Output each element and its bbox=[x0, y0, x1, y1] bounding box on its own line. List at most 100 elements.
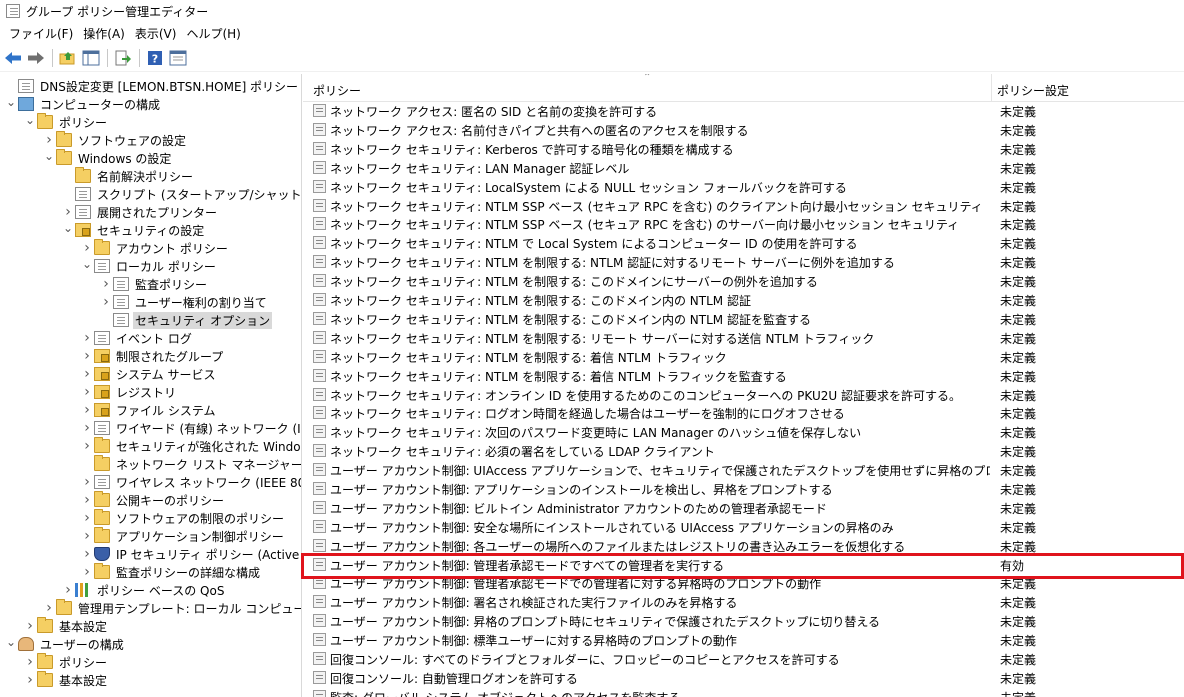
column-header-policy-setting[interactable]: ポリシー設定 bbox=[997, 82, 1069, 99]
navigation-tree[interactable]: DNS設定変更 [LEMON.BTSN.HOME] ポリシー ⌄ コンピューターの構… bbox=[0, 74, 302, 697]
tree-item[interactable]: ⌄ Windows の設定 bbox=[42, 149, 173, 167]
menu-help[interactable]: ヘルプ(H) bbox=[181, 25, 245, 42]
column-divider[interactable] bbox=[991, 74, 992, 102]
tree-item[interactable]: 名前解決ポリシー bbox=[61, 167, 195, 185]
tree-item[interactable]: › レジストリ bbox=[80, 383, 178, 401]
menu-view[interactable]: 表示(V) bbox=[130, 25, 182, 42]
policy-row[interactable]: ユーザー アカウント制御: 管理者承認モードでの管理者に対する昇格時のプロンプト… bbox=[303, 573, 1184, 592]
policy-row[interactable]: ユーザー アカウント制御: 標準ユーザーに対する昇格時のプロンプトの動作 未定義 bbox=[303, 630, 1184, 649]
collapsed-chevron-icon[interactable]: › bbox=[61, 581, 75, 599]
tree-item[interactable]: ネットワーク リスト マネージャー ポリシー bbox=[80, 455, 301, 473]
policy-row[interactable]: ネットワーク セキュリティ: 必須の署名をしている LDAP クライアント 未定義 bbox=[303, 441, 1184, 460]
policy-row[interactable]: ネットワーク セキュリティ: NTLM を制限する: このドメイン内の NTLM… bbox=[303, 309, 1184, 328]
policy-row[interactable]: ネットワーク セキュリティ: LocalSystem による NULL セッショ… bbox=[303, 177, 1184, 196]
policy-row[interactable]: ユーザー アカウント制御: 各ユーザーの場所へのファイルまたはレジストリの書き込… bbox=[303, 536, 1184, 555]
policy-row[interactable]: ネットワーク セキュリティ: NTLM を制限する: 着信 NTLM トラフィッ… bbox=[303, 366, 1184, 385]
policy-row[interactable]: ユーザー アカウント制御: 昇格のプロンプト時にセキュリティで保護されたデスクト… bbox=[303, 611, 1184, 630]
collapsed-chevron-icon[interactable]: › bbox=[99, 293, 113, 311]
tree-item[interactable]: › ポリシー bbox=[23, 653, 109, 671]
collapsed-chevron-icon[interactable]: › bbox=[99, 275, 113, 293]
properties-icon[interactable] bbox=[167, 47, 189, 69]
policy-row[interactable]: ネットワーク セキュリティ: 次回のパスワード変更時に LAN Manager … bbox=[303, 422, 1184, 441]
export-list-icon[interactable] bbox=[112, 47, 134, 69]
policy-row[interactable]: ネットワーク セキュリティ: NTLM で Local System によるコン… bbox=[303, 233, 1184, 252]
collapsed-chevron-icon[interactable]: › bbox=[42, 599, 56, 617]
policy-row[interactable]: ユーザー アカウント制御: UIAccess アプリケーションで、セキュリティで… bbox=[303, 460, 1184, 479]
tree-item[interactable]: › 基本設定 bbox=[23, 617, 109, 635]
forward-arrow-icon[interactable] bbox=[25, 47, 47, 69]
collapsed-chevron-icon[interactable]: › bbox=[80, 491, 94, 509]
expanded-chevron-icon[interactable]: ⌄ bbox=[4, 633, 18, 651]
policy-row[interactable]: ネットワーク アクセス: 匿名の SID と名前の変換を許可する 未定義 bbox=[303, 101, 1184, 120]
back-arrow-icon[interactable] bbox=[2, 47, 24, 69]
tree-item[interactable]: › 管理用テンプレート: ローカル コンピューターから取 bbox=[42, 599, 301, 617]
tree-item[interactable]: ⌄ ローカル ポリシー bbox=[80, 257, 218, 275]
policy-row-highlighted[interactable]: ユーザー アカウント制御: 管理者承認モードですべての管理者を実行する 有効 bbox=[303, 555, 1184, 574]
tree-item[interactable]: › 監査ポリシーの詳細な構成 bbox=[80, 563, 262, 581]
policy-row[interactable]: ネットワーク アクセス: 名前付きパイプと共有への匿名のアクセスを制限する 未定義 bbox=[303, 120, 1184, 139]
show-hide-tree-icon[interactable] bbox=[80, 47, 102, 69]
expanded-chevron-icon[interactable]: ⌄ bbox=[23, 111, 37, 129]
tree-item[interactable]: › ポリシー ベースの QoS bbox=[61, 581, 226, 599]
tree-item[interactable]: セキュリティ オプション bbox=[99, 311, 273, 329]
tree-item[interactable]: › ワイヤレス ネットワーク (IEEE 802.11) ポ bbox=[80, 473, 301, 491]
policy-row[interactable]: ネットワーク セキュリティ: NTLM を制限する: NTLM 認証に対するリモ… bbox=[303, 252, 1184, 271]
tree-item[interactable]: › セキュリティが強化された Windows De bbox=[80, 437, 301, 455]
tree-item[interactable]: › 基本設定 bbox=[23, 671, 109, 689]
menu-file[interactable]: ファイル(F) bbox=[4, 25, 78, 42]
tree-item[interactable]: › ワイヤード (有線) ネットワーク (IEEE 802 bbox=[80, 419, 301, 437]
collapsed-chevron-icon[interactable]: › bbox=[80, 383, 94, 401]
tree-item[interactable]: DNS設定変更 [LEMON.BTSN.HOME] ポリシー bbox=[4, 77, 300, 95]
policy-row[interactable]: ネットワーク セキュリティ: NTLM を制限する: リモート サーバーに対する… bbox=[303, 328, 1184, 347]
policy-row[interactable]: ユーザー アカウント制御: 安全な場所にインストールされている UIAccess… bbox=[303, 517, 1184, 536]
policy-row[interactable]: ネットワーク セキュリティ: NTLM を制限する: このドメインにサーバーの例… bbox=[303, 271, 1184, 290]
collapsed-chevron-icon[interactable]: › bbox=[80, 473, 94, 491]
collapsed-chevron-icon[interactable]: › bbox=[80, 527, 94, 545]
policy-row[interactable]: ネットワーク セキュリティ: NTLM SSP ベース (セキュア RPC を含… bbox=[303, 214, 1184, 233]
tree-item[interactable]: › 展開されたプリンター bbox=[61, 203, 219, 221]
policy-row[interactable]: ネットワーク セキュリティ: オンライン ID を使用するためのこのコンピュータ… bbox=[303, 385, 1184, 404]
tree-item[interactable]: › システム サービス bbox=[80, 365, 217, 383]
tree-item[interactable]: › 監査ポリシー bbox=[99, 275, 209, 293]
collapsed-chevron-icon[interactable]: › bbox=[80, 419, 94, 437]
expanded-chevron-icon[interactable]: ⌄ bbox=[42, 147, 56, 165]
collapsed-chevron-icon[interactable]: › bbox=[80, 563, 94, 581]
policy-row[interactable]: ユーザー アカウント制御: 署名され検証された実行ファイルのみを昇格する 未定義 bbox=[303, 592, 1184, 611]
policy-row[interactable]: ユーザー アカウント制御: ビルトイン Administrator アカウントの… bbox=[303, 498, 1184, 517]
folder-up-icon[interactable] bbox=[57, 47, 79, 69]
collapsed-chevron-icon[interactable]: › bbox=[80, 347, 94, 365]
policy-row[interactable]: ネットワーク セキュリティ: NTLM SSP ベース (セキュア RPC を含… bbox=[303, 196, 1184, 215]
tree-item[interactable]: › ユーザー権利の割り当て bbox=[99, 293, 269, 311]
policy-row[interactable]: ネットワーク セキュリティ: Kerberos で許可する暗号化の種類を構成する… bbox=[303, 139, 1184, 158]
policy-row[interactable]: ネットワーク セキュリティ: NTLM を制限する: このドメイン内の NTLM… bbox=[303, 290, 1184, 309]
policy-row[interactable]: 回復コンソール: すべてのドライブとフォルダーに、フロッピーのコピーとアクセスを… bbox=[303, 649, 1184, 668]
policy-row[interactable]: ユーザー アカウント制御: アプリケーションのインストールを検出し、昇格をプロン… bbox=[303, 479, 1184, 498]
policy-row[interactable]: 監査: グローバル システム オブジェクトへのアクセスを監査する 未定義 bbox=[303, 687, 1184, 697]
collapsed-chevron-icon[interactable]: › bbox=[80, 545, 94, 563]
menu-action[interactable]: 操作(A) bbox=[78, 25, 130, 42]
policy-row[interactable]: 回復コンソール: 自動管理ログオンを許可する 未定義 bbox=[303, 668, 1184, 687]
tree-item[interactable]: › アカウント ポリシー bbox=[80, 239, 230, 257]
tree-item[interactable]: › 制限されたグループ bbox=[80, 347, 225, 365]
collapsed-chevron-icon[interactable]: › bbox=[80, 509, 94, 527]
column-header-policy[interactable]: ポリシー bbox=[313, 82, 361, 99]
collapsed-chevron-icon[interactable]: › bbox=[23, 653, 37, 671]
tree-item[interactable]: › ファイル システム bbox=[80, 401, 217, 419]
tree-item[interactable]: スクリプト (スタートアップ/シャットダウン) bbox=[61, 185, 301, 203]
tree-item[interactable]: › 公開キーのポリシー bbox=[80, 491, 226, 509]
collapsed-chevron-icon[interactable]: › bbox=[23, 671, 37, 689]
tree-item[interactable]: › ソフトウェアの設定 bbox=[42, 131, 188, 149]
collapsed-chevron-icon[interactable]: › bbox=[80, 437, 94, 455]
tree-item[interactable]: › アプリケーション制御ポリシー bbox=[80, 527, 286, 545]
tree-item[interactable]: › ソフトウェアの制限のポリシー bbox=[80, 509, 286, 527]
tree-item[interactable]: › イベント ログ bbox=[80, 329, 194, 347]
collapsed-chevron-icon[interactable]: › bbox=[80, 401, 94, 419]
tree-item[interactable]: › IP セキュリティ ポリシー (Active Directo bbox=[80, 545, 301, 563]
collapsed-chevron-icon[interactable]: › bbox=[80, 365, 94, 383]
policy-row[interactable]: ネットワーク セキュリティ: ログオン時間を経過した場合はユーザーを強制的にログ… bbox=[303, 403, 1184, 422]
policy-row[interactable]: ネットワーク セキュリティ: NTLM を制限する: 着信 NTLM トラフィッ… bbox=[303, 347, 1184, 366]
expanded-chevron-icon[interactable]: ⌄ bbox=[4, 93, 18, 111]
collapsed-chevron-icon[interactable]: › bbox=[80, 329, 94, 347]
collapsed-chevron-icon[interactable]: › bbox=[23, 617, 37, 635]
tree-item[interactable]: ⌄ セキュリティの設定 bbox=[61, 221, 206, 239]
